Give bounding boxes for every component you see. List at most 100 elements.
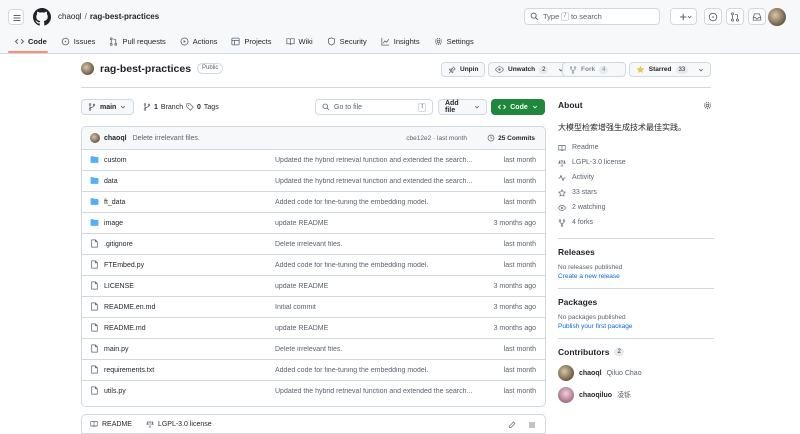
repo-link[interactable]: rag-best-practices <box>90 12 159 21</box>
file-commit-message[interactable]: update README <box>275 220 475 227</box>
license-link[interactable]: LGPL-3.0 license <box>558 155 714 170</box>
unwatch-button[interactable]: Unwatch 2 <box>488 62 572 77</box>
contributor-avatar[interactable] <box>558 387 574 403</box>
publish-package-link[interactable]: Publish your first package <box>558 323 714 330</box>
contributor-login[interactable]: chaoqiluo <box>579 392 612 399</box>
file-commit-message[interactable]: Delete irrelevant files. <box>275 346 475 353</box>
github-logo-icon[interactable] <box>33 8 51 26</box>
code-button-label: Code <box>510 103 528 111</box>
file-row[interactable]: ft_data Added code for fine-tuning the em… <box>82 192 545 213</box>
sidebar-divider <box>558 338 714 339</box>
branches-link[interactable]: 1 Branch <box>143 103 183 111</box>
commit-author-avatar[interactable] <box>90 133 100 143</box>
forks-link[interactable]: 4 forks <box>558 215 714 230</box>
commit-history-link[interactable]: 25 Commits <box>487 134 535 142</box>
file-commit-message[interactable]: Updated the hybrid retrieval function an… <box>275 178 475 185</box>
tab-settings[interactable]: Settings <box>427 33 481 49</box>
file-row[interactable]: .gitignore Delete irrelevant files. last m… <box>82 234 545 255</box>
contributors-heading[interactable]: Contributors 2 <box>558 347 714 357</box>
file-commit-message[interactable]: Delete irrelevant files. <box>275 241 475 248</box>
unpin-button[interactable]: Unpin <box>441 62 486 77</box>
file-row[interactable]: README.en.md Initial commit 3 months ago <box>82 297 545 318</box>
tab-wiki[interactable]: Wiki <box>279 33 320 49</box>
star-icon <box>558 188 566 197</box>
owner-avatar[interactable] <box>81 62 94 75</box>
file-row[interactable]: data Updated the hybrid retrieval functio… <box>82 171 545 192</box>
issues-button[interactable] <box>704 8 722 25</box>
file-name[interactable]: README.md <box>104 325 146 332</box>
gear-icon[interactable] <box>703 101 712 110</box>
file-row[interactable]: requirements.txt Added code for fine-tuni… <box>82 360 545 381</box>
file-row[interactable]: FTEmbed.py Added code for fine-tuning the… <box>82 255 545 276</box>
file-row[interactable]: README.md update README 3 months ago <box>82 318 545 339</box>
file-name[interactable]: ft_data <box>104 199 125 206</box>
tab-projects[interactable]: Projects <box>224 33 278 49</box>
file-name[interactable]: .gitignore <box>104 241 133 248</box>
file-row[interactable]: image update README 3 months ago <box>82 213 545 234</box>
tab-security[interactable]: Security <box>320 33 374 49</box>
branch-select[interactable]: main <box>81 99 134 115</box>
file-commit-message[interactable]: Updated the hybrid retrieval function an… <box>275 157 475 164</box>
stars-link[interactable]: 33 stars <box>558 185 714 200</box>
file-name[interactable]: requirements.txt <box>104 367 154 374</box>
go-to-file-input[interactable]: Go to file t <box>315 99 433 115</box>
contributor-name: 凌铄 <box>617 392 632 399</box>
file-commit-message[interactable]: update README <box>275 325 475 332</box>
pull-requests-button[interactable] <box>726 8 744 25</box>
inbox-button[interactable] <box>748 8 766 25</box>
file-row[interactable]: LICENSE update README 3 months ago <box>82 276 545 297</box>
packages-heading[interactable]: Packages <box>558 297 714 307</box>
tab-insights[interactable]: Insights <box>374 33 427 49</box>
contributor-login[interactable]: chaoql <box>579 370 602 377</box>
file-commit-message[interactable]: Added code for fine-tuning the embedding… <box>275 262 475 269</box>
owner-link[interactable]: chaoql <box>58 12 82 21</box>
code-button[interactable]: Code <box>491 99 545 115</box>
contributor-avatar[interactable] <box>558 365 574 381</box>
file-icon <box>90 260 99 269</box>
file-commit-message[interactable]: update README <box>275 283 475 290</box>
file-commit-message[interactable]: Added code for fine-tuning the embedding… <box>275 367 475 374</box>
readme-link[interactable]: Readme <box>558 140 714 155</box>
list-icon <box>529 422 535 428</box>
search-input[interactable]: Type / to search <box>524 8 660 25</box>
file-name[interactable]: FTEmbed.py <box>104 262 144 269</box>
tab-code[interactable]: Code <box>8 33 54 49</box>
contributor-item[interactable]: chaoql Qiluo Chao <box>558 363 714 383</box>
commit-author[interactable]: chaoql <box>104 135 127 142</box>
user-avatar[interactable] <box>768 8 786 26</box>
create-release-link[interactable]: Create a new release <box>558 273 714 280</box>
file-name[interactable]: data <box>104 178 118 185</box>
file-name[interactable]: README.en.md <box>104 304 155 311</box>
create-new-button[interactable] <box>670 8 697 25</box>
file-row[interactable]: main.py Delete irrelevant files. last mont… <box>82 339 545 360</box>
starred-button[interactable]: Starred 33 <box>629 62 711 77</box>
releases-heading[interactable]: Releases <box>558 247 714 257</box>
add-file-button[interactable]: Add file <box>438 99 487 115</box>
tab-pull-requests[interactable]: Pull requests <box>102 33 172 49</box>
folder-icon <box>90 176 99 185</box>
file-name[interactable]: custom <box>104 157 127 164</box>
file-commit-message[interactable]: Added code for fine-tuning the embedding… <box>275 199 475 206</box>
file-row[interactable]: custom Updated the hybrid retrieval funct… <box>82 150 545 171</box>
tab-issues[interactable]: Issues <box>54 33 103 49</box>
search-icon <box>530 12 539 21</box>
file-name[interactable]: main.py <box>104 346 129 353</box>
activity-link[interactable]: Activity <box>558 170 714 185</box>
file-name[interactable]: LICENSE <box>104 283 134 290</box>
commit-meta[interactable]: cbe12e2 · last month <box>406 135 467 142</box>
tags-link[interactable]: 0 Tags <box>186 103 219 111</box>
file-row[interactable]: utils.py Updated the hybrid retrieval fun… <box>82 381 545 402</box>
repo-name[interactable]: rag-best-practices <box>100 63 191 75</box>
file-name[interactable]: image <box>104 220 123 227</box>
chevron-down-icon <box>121 105 126 109</box>
menu-button[interactable] <box>8 9 24 25</box>
file-commit-message[interactable]: Updated the hybrid retrieval function an… <box>275 388 475 395</box>
file-commit-message[interactable]: Initial commit <box>275 304 475 311</box>
watchers-link[interactable]: 2 watching <box>558 200 714 215</box>
file-name[interactable]: utils.py <box>104 388 126 395</box>
contributor-item[interactable]: chaoqiluo 凌铄 <box>558 385 714 405</box>
fork-button[interactable]: Fork 4 <box>562 62 626 77</box>
tab-actions[interactable]: Actions <box>173 33 225 49</box>
commit-message[interactable]: Delete irrelevant files. <box>133 135 200 142</box>
readme-tab-label: README <box>102 420 132 428</box>
